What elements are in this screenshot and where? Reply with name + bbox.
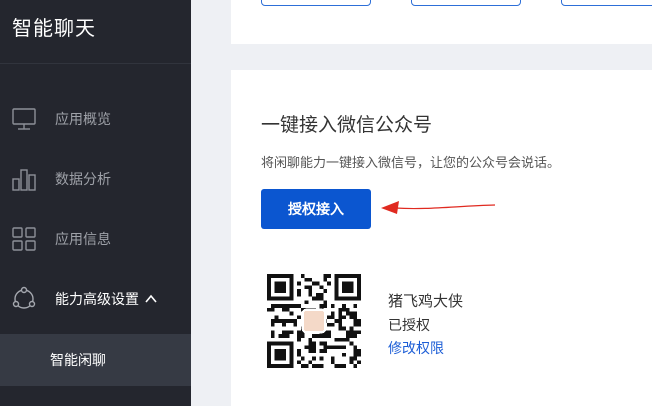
- sidebar-item-label: 能力高级设置: [55, 292, 139, 308]
- authorization-status: 已授权: [388, 318, 430, 334]
- sidebar-subitem-smart-chat[interactable]: 智能闲聊: [0, 334, 191, 386]
- sidebar: 智能聊天 应用概览 数据分析 应用信息 能力高级设置 智能闲聊: [0, 0, 191, 406]
- outline-button[interactable]: [261, 0, 371, 6]
- sidebar-item-overview[interactable]: 应用概览: [0, 99, 191, 139]
- bar-chart-icon: [12, 169, 36, 191]
- sidebar-subitem-label: 智能闲聊: [50, 353, 106, 369]
- share-icon: [12, 286, 36, 309]
- authorize-button[interactable]: 授权接入: [261, 189, 371, 229]
- app-title: 智能聊天: [12, 16, 96, 40]
- sidebar-item-label: 数据分析: [55, 172, 111, 188]
- qr-code-image: [267, 274, 361, 368]
- modify-permissions-link[interactable]: 修改权限: [388, 338, 444, 358]
- monitor-icon: [12, 108, 36, 130]
- card-description: 将闲聊能力一键接入微信号，让您的公众号会说话。: [261, 156, 561, 171]
- chevron-up-icon: [145, 294, 157, 303]
- card-title: 一键接入微信公众号: [261, 114, 433, 136]
- sidebar-item-advanced-settings[interactable]: 能力高级设置: [0, 279, 191, 319]
- annotation-arrow: [381, 201, 496, 214]
- grid-icon: [12, 227, 36, 251]
- outline-button[interactable]: [561, 0, 652, 6]
- sidebar-item-analytics[interactable]: 数据分析: [0, 159, 191, 199]
- sidebar-item-app-info[interactable]: 应用信息: [0, 219, 191, 259]
- sidebar-divider: [0, 63, 191, 64]
- sidebar-item-label: 应用信息: [55, 232, 111, 248]
- sidebar-item-label: 应用概览: [55, 112, 111, 128]
- wechat-card: 一键接入微信公众号 将闲聊能力一键接入微信号，让您的公众号会说话。 授权接入 猪…: [231, 70, 652, 406]
- account-name: 猪飞鸡大侠: [388, 292, 464, 310]
- top-card: [231, 0, 652, 44]
- outline-button[interactable]: [411, 0, 521, 6]
